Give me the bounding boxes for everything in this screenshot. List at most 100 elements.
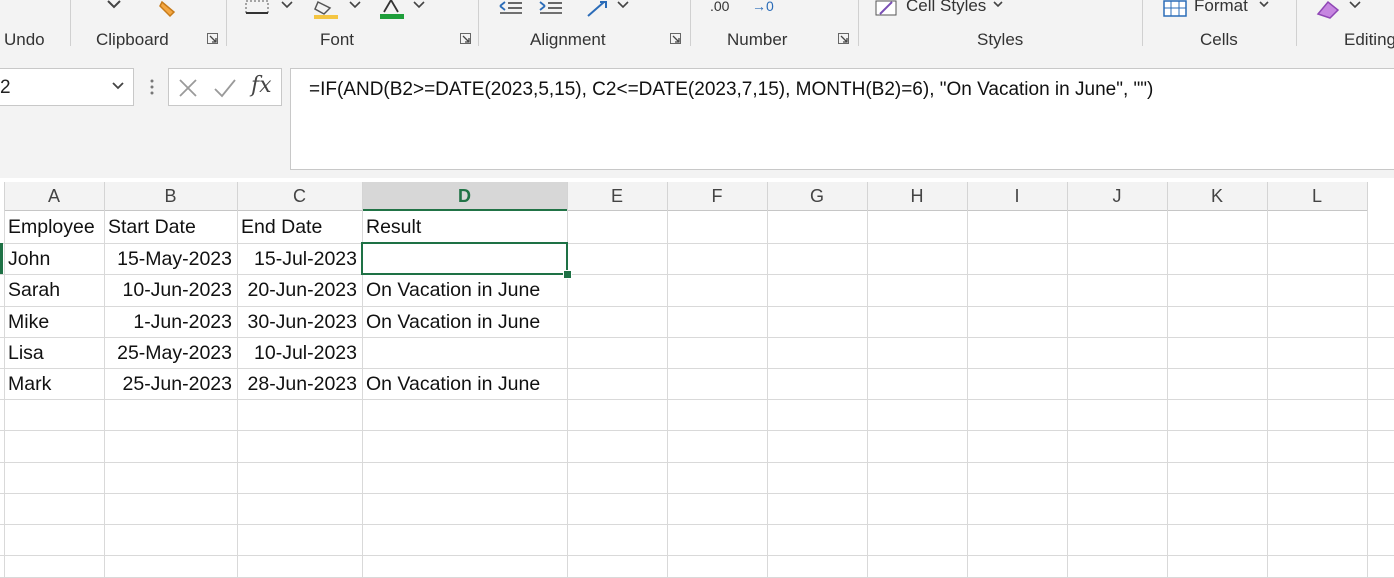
enter-check-icon[interactable]: [213, 77, 237, 99]
borders-icon[interactable]: [244, 0, 274, 16]
column-header-e[interactable]: E: [567, 182, 667, 211]
paste-dropdown-icon[interactable]: [104, 0, 124, 10]
font-color-icon[interactable]: [378, 0, 406, 20]
cell-c3[interactable]: 20-Jun-2023: [237, 274, 358, 305]
cell-styles-icon[interactable]: [874, 0, 900, 18]
ribbon-divider: [226, 0, 227, 46]
column-header-divider[interactable]: [967, 182, 968, 211]
cell-c4[interactable]: 30-Jun-2023: [237, 306, 358, 337]
formula-input[interactable]: =IF(AND(B2>=DATE(2023,5,15), C2<=DATE(20…: [290, 68, 1394, 170]
column-header-divider[interactable]: [1367, 182, 1368, 211]
format-button[interactable]: Format: [1194, 0, 1248, 16]
selected-cell-d2[interactable]: [361, 242, 568, 275]
column-header-k[interactable]: K: [1167, 182, 1267, 211]
cell-a4[interactable]: Mike: [8, 306, 104, 337]
chevron-down-icon[interactable]: [111, 81, 125, 91]
header-cell-c1[interactable]: End Date: [241, 211, 362, 242]
header-cell-d1[interactable]: Result: [366, 211, 567, 242]
name-box-value: 2: [0, 77, 11, 98]
cell-c5[interactable]: 10-Jul-2023: [237, 337, 357, 368]
gridline-vertical: [867, 211, 868, 577]
clear-eraser-icon[interactable]: [1314, 0, 1342, 20]
column-header-divider[interactable]: [767, 182, 768, 211]
header-cell-a1[interactable]: Employee: [8, 211, 104, 242]
alignment-launcher-icon[interactable]: [670, 33, 681, 44]
column-header-b[interactable]: B: [104, 182, 237, 211]
cell-d6[interactable]: On Vacation in June: [366, 368, 567, 399]
clipboard-launcher-icon[interactable]: [207, 33, 218, 44]
borders-dropdown-icon[interactable]: [280, 0, 294, 10]
column-header-divider[interactable]: [1267, 182, 1268, 211]
cell-d4[interactable]: On Vacation in June: [366, 306, 567, 337]
number-group-label: Number: [727, 30, 788, 49]
ribbon-divider: [858, 0, 859, 46]
increase-indent-icon[interactable]: [538, 0, 564, 16]
fill-handle[interactable]: [563, 270, 572, 279]
column-header-divider[interactable]: [4, 182, 5, 211]
cell-b2[interactable]: 15-May-2023: [104, 243, 232, 274]
column-header-a[interactable]: A: [4, 182, 104, 211]
column-header-divider[interactable]: [1167, 182, 1168, 211]
column-header-divider[interactable]: [104, 182, 105, 211]
format-painter-icon[interactable]: [158, 0, 182, 18]
gridline-horizontal: [0, 524, 1394, 525]
number-launcher-icon[interactable]: [838, 33, 849, 44]
column-header-l[interactable]: L: [1267, 182, 1367, 211]
font-group-label: Font: [320, 30, 355, 49]
cell-b6[interactable]: 25-Jun-2023: [104, 368, 233, 399]
gridline-vertical: [1067, 211, 1068, 577]
ribbon-divider: [690, 0, 691, 46]
clear-dropdown-icon[interactable]: [1348, 0, 1362, 10]
more-options-icon[interactable]: [149, 78, 155, 96]
column-header-divider[interactable]: [237, 182, 238, 211]
name-box[interactable]: 2: [0, 68, 134, 106]
alignment-group-label: Alignment: [530, 30, 606, 49]
column-header-f[interactable]: F: [667, 182, 767, 211]
cell-c2[interactable]: 15-Jul-2023: [237, 243, 357, 274]
insert-function-icon[interactable]: fx: [251, 73, 272, 98]
cell-styles-dropdown-icon[interactable]: [992, 0, 1004, 10]
gridline-vertical: [767, 211, 768, 577]
cell-d5[interactable]: [366, 337, 567, 368]
cell-a2[interactable]: John: [8, 243, 104, 274]
column-header-c[interactable]: C: [237, 182, 362, 211]
gridline-vertical: [967, 211, 968, 577]
column-header-divider[interactable]: [567, 182, 568, 211]
cell-styles-button[interactable]: Cell Styles: [906, 0, 986, 16]
fill-color-icon[interactable]: [312, 0, 342, 20]
column-header-divider[interactable]: [667, 182, 668, 211]
format-dropdown-icon[interactable]: [1258, 0, 1270, 10]
cell-b5[interactable]: 25-May-2023: [104, 337, 232, 368]
header-cell-b1[interactable]: Start Date: [108, 211, 237, 242]
cell-c6[interactable]: 28-Jun-2023: [237, 368, 358, 399]
cell-a3[interactable]: Sarah: [8, 274, 104, 305]
font-launcher-icon[interactable]: [460, 33, 471, 44]
gridline-vertical: [4, 211, 5, 577]
column-header-i[interactable]: I: [967, 182, 1067, 211]
fill-color-dropdown-icon[interactable]: [348, 0, 362, 10]
column-header-divider[interactable]: [1067, 182, 1068, 211]
format-cells-icon[interactable]: [1162, 0, 1188, 18]
column-header-j[interactable]: J: [1067, 182, 1167, 211]
ribbon-divider: [70, 0, 71, 46]
cell-b4[interactable]: 1-Jun-2023: [104, 306, 232, 337]
ribbon-divider: [1142, 0, 1143, 46]
font-color-dropdown-icon[interactable]: [412, 0, 426, 10]
column-header-g[interactable]: G: [767, 182, 867, 211]
cell-a5[interactable]: Lisa: [8, 337, 104, 368]
increase-decimal-icon[interactable]: .00: [710, 0, 729, 14]
active-row-indicator: [0, 243, 3, 274]
cell-d3[interactable]: On Vacation in June: [366, 274, 567, 305]
cell-b3[interactable]: 10-Jun-2023: [104, 274, 233, 305]
cell-a6[interactable]: Mark: [8, 368, 104, 399]
cancel-icon[interactable]: [177, 77, 199, 99]
column-header-d[interactable]: D: [362, 182, 567, 211]
column-header-h[interactable]: H: [867, 182, 967, 211]
orientation-dropdown-icon[interactable]: [616, 0, 630, 10]
column-header-divider[interactable]: [362, 182, 363, 211]
column-header-divider[interactable]: [867, 182, 868, 211]
orientation-icon[interactable]: [584, 0, 612, 18]
editing-group-label: Editing: [1344, 30, 1394, 49]
decrease-decimal-icon[interactable]: →0: [752, 0, 774, 14]
decrease-indent-icon[interactable]: [498, 0, 524, 16]
